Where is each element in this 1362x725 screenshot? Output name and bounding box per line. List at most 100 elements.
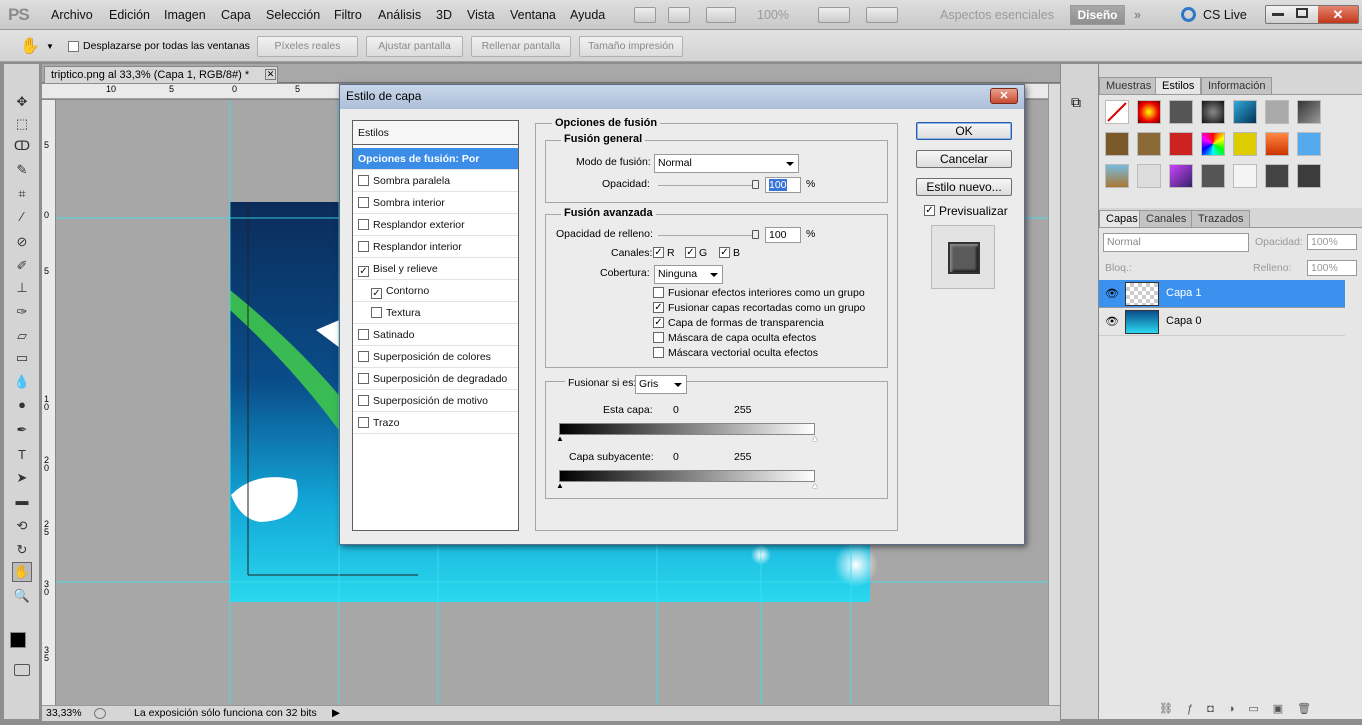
checkbox-checked[interactable]: ✓ [371, 288, 382, 299]
dialog-close-icon[interactable]: ✕ [990, 88, 1018, 104]
workspace-design[interactable]: Diseño [1070, 5, 1125, 25]
document-tab[interactable]: triptico.png al 33,3% (Capa 1, RGB/8#) *… [44, 66, 278, 83]
style-stroke[interactable]: Trazo [353, 412, 518, 434]
gradient-tool-icon[interactable]: ▭ [12, 348, 32, 368]
style-swatch[interactable] [1169, 164, 1193, 188]
3d-rotate-icon[interactable]: ⟲ [12, 516, 32, 536]
stamp-tool-icon[interactable]: ⊥ [12, 278, 32, 298]
menu-edicion[interactable]: Edición [109, 8, 150, 22]
tab-informacion[interactable]: Información [1201, 77, 1273, 94]
this-layer-gradient[interactable] [559, 423, 815, 435]
transparency-shapes-checkbox[interactable]: ✓ [653, 317, 664, 328]
style-inner-shadow[interactable]: Sombra interior [353, 192, 518, 214]
3d-orbit-icon[interactable]: ↻ [12, 540, 32, 560]
view-extras-icon[interactable] [706, 7, 736, 23]
type-tool-icon[interactable]: T [12, 444, 32, 464]
layer-opacity-input[interactable]: 100% [1307, 234, 1357, 250]
style-pattern-overlay[interactable]: Superposición de motivo [353, 390, 518, 412]
eraser-tool-icon[interactable]: ▱ [12, 326, 32, 346]
zoom-tool-icon[interactable]: 🔍 [12, 586, 32, 606]
fill-screen-button[interactable]: Rellenar pantalla [471, 36, 571, 57]
move-tool-icon[interactable]: ✥ [12, 92, 32, 112]
shape-tool-icon[interactable]: ▬ [12, 490, 32, 510]
checkbox[interactable] [358, 241, 369, 252]
blend-mode-select[interactable]: Normal [654, 154, 799, 173]
chevron-down-icon[interactable]: ▼ [46, 42, 54, 51]
scroll-all-checkbox[interactable] [68, 41, 79, 52]
channel-r-checkbox[interactable]: ✓ [653, 247, 664, 258]
layer-mask-hides-checkbox[interactable] [653, 332, 664, 343]
opacity-input[interactable]: 100 [765, 177, 801, 193]
checkbox[interactable] [358, 351, 369, 362]
style-swatch[interactable] [1201, 164, 1225, 188]
history-panel-icon[interactable]: ⧉ [1071, 94, 1081, 111]
slider-black-icon[interactable]: ▲ [556, 481, 564, 490]
style-inner-glow[interactable]: Resplandor interior [353, 236, 518, 258]
tab-capas[interactable]: Capas [1099, 210, 1145, 227]
style-swatch-none[interactable] [1105, 100, 1129, 124]
checkbox[interactable] [358, 175, 369, 186]
style-swatch[interactable] [1233, 132, 1257, 156]
fill-opacity-input[interactable]: 100 [765, 227, 801, 243]
layer-blend-mode[interactable]: Normal [1103, 233, 1249, 252]
fill-slider-thumb[interactable] [752, 230, 759, 239]
layer-name[interactable]: Capa 0 [1166, 315, 1201, 327]
new-style-button[interactable]: Estilo nuevo... [916, 178, 1012, 196]
eye-icon[interactable]: 👁 [1105, 315, 1119, 328]
style-swatch[interactable] [1137, 132, 1161, 156]
minibridge-icon[interactable] [668, 7, 690, 23]
tab-canales[interactable]: Canales [1139, 210, 1194, 227]
style-swatch[interactable] [1265, 164, 1289, 188]
path-select-icon[interactable]: ➤ [12, 468, 32, 488]
print-size-button[interactable]: Tamaño impresión [579, 36, 683, 57]
hand-tool-icon[interactable]: ✋ [20, 36, 40, 56]
minimize-icon[interactable] [1272, 13, 1284, 16]
opacity-slider-thumb[interactable] [752, 180, 759, 189]
style-swatch[interactable] [1297, 164, 1321, 188]
style-swatch[interactable] [1233, 164, 1257, 188]
style-swatch[interactable] [1169, 132, 1193, 156]
style-swatch[interactable] [1297, 100, 1321, 124]
crop-tool-icon[interactable]: ⌗ [12, 184, 32, 204]
zoom-level[interactable]: 100% [757, 8, 789, 22]
slider-white-icon[interactable]: ▲ [811, 434, 819, 443]
layer-fill-input[interactable]: 100% [1307, 260, 1357, 276]
status-menu-icon[interactable] [94, 708, 106, 719]
style-gradient-overlay[interactable]: Superposición de degradado [353, 368, 518, 390]
layer-row-selected[interactable]: 👁 Capa 1 [1099, 280, 1345, 308]
quick-mask-icon[interactable] [14, 664, 30, 676]
tab-muestras[interactable]: Muestras [1099, 77, 1159, 94]
status-arrow-icon[interactable]: ▶ [332, 706, 340, 721]
fit-screen-button[interactable]: Ajustar pantalla [366, 36, 463, 57]
menu-analisis[interactable]: Análisis [378, 8, 421, 22]
fill-slider-track[interactable] [658, 235, 758, 236]
status-zoom[interactable]: 33,33% [46, 706, 82, 721]
workspace-essentials[interactable]: Aspectos esenciales [940, 8, 1054, 22]
tab-estilos[interactable]: Estilos [1155, 77, 1202, 94]
underlying-gradient[interactable] [559, 470, 815, 482]
layers-footer-icons[interactable]: ⛓ƒ◘◑▭▣🗑 [1159, 702, 1325, 715]
style-swatch[interactable] [1137, 164, 1161, 188]
dodge-tool-icon[interactable]: ● [12, 394, 32, 414]
layer-row[interactable]: 👁 Capa 0 [1099, 308, 1345, 336]
style-swatch[interactable] [1233, 100, 1257, 124]
style-satin[interactable]: Satinado [353, 324, 518, 346]
eye-icon[interactable]: 👁 [1105, 287, 1119, 300]
channel-b-checkbox[interactable]: ✓ [719, 247, 730, 258]
style-bevel-emboss[interactable]: ✓ Bisel y relieve [353, 258, 518, 280]
checkbox[interactable] [371, 307, 382, 318]
checkbox[interactable] [358, 329, 369, 340]
channel-g-checkbox[interactable]: ✓ [685, 247, 696, 258]
slider-white-icon[interactable]: ▲ [811, 481, 819, 490]
arrange-docs-icon[interactable] [818, 7, 850, 23]
marquee-tool-icon[interactable]: ⬚ [12, 114, 32, 134]
style-outer-glow[interactable]: Resplandor exterior [353, 214, 518, 236]
style-swatch[interactable] [1297, 132, 1321, 156]
history-brush-icon[interactable]: ✑ [12, 302, 32, 322]
eyedropper-tool-icon[interactable]: ⁄ [12, 206, 32, 226]
checkbox-checked[interactable]: ✓ [358, 266, 369, 277]
actual-pixels-button[interactable]: Píxeles reales [257, 36, 358, 57]
menu-ayuda[interactable]: Ayuda [570, 8, 605, 22]
checkbox[interactable] [358, 417, 369, 428]
checkbox[interactable] [358, 373, 369, 384]
